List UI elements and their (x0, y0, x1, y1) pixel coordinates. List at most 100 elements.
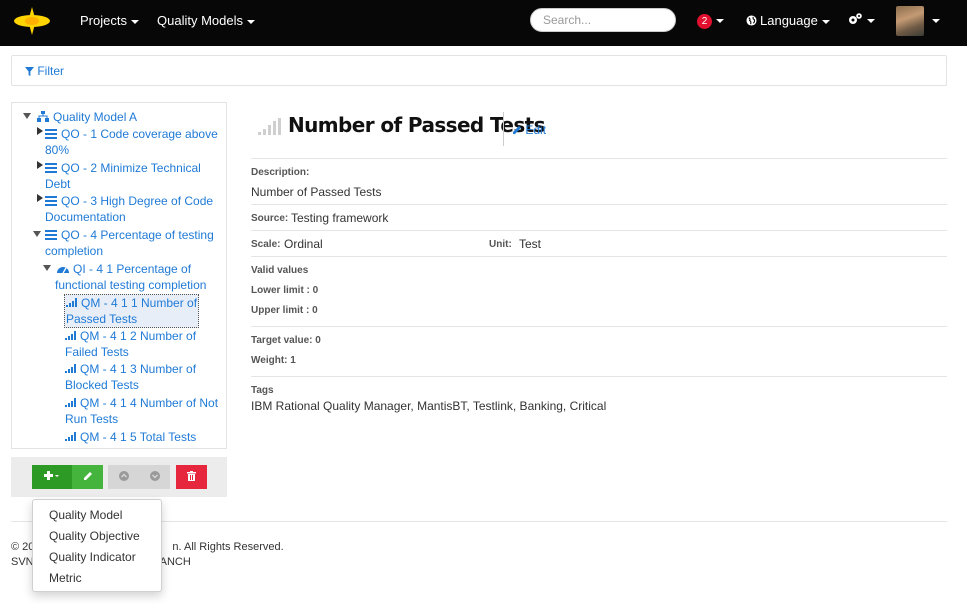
tree-node-label-cont[interactable]: 80% (45, 142, 69, 158)
tree-node-label-cont[interactable]: Debt (45, 176, 70, 192)
notification-badge: 2 (697, 14, 712, 29)
menu-item-quality-model[interactable]: Quality Model (49, 508, 122, 522)
projects-menu-label: Projects (80, 13, 127, 28)
tags-value: IBM Rational Quality Manager, MantisBT, … (251, 399, 607, 413)
weight-value: Weight: 1 (251, 355, 296, 366)
add-button[interactable] (32, 465, 72, 489)
divider (251, 256, 947, 257)
list-icon (45, 163, 57, 173)
expand-toggle[interactable] (37, 161, 43, 169)
move-up-button[interactable] (108, 465, 139, 489)
tree-node-qm-4-1-5[interactable]: QM - 4 1 5 Total Tests (65, 429, 196, 445)
add-dropdown-menu: Quality Model Quality Objective Quality … (32, 499, 162, 592)
signal-bars-icon (65, 398, 76, 407)
list-icon (45, 230, 57, 240)
tree-node-label-cont[interactable]: functional testing completion (55, 277, 206, 293)
tree-node-qo-3[interactable]: QO - 3 High Degree of Code (45, 193, 213, 209)
divider (251, 158, 947, 159)
notifications-menu[interactable]: 2 (697, 12, 724, 29)
source-value: Testing framework (291, 211, 389, 225)
scale-value: Ordinal (284, 237, 323, 251)
globe-icon (746, 15, 757, 26)
tree-node-quality-model-a[interactable]: Quality Model A (37, 109, 137, 125)
tree-node-qi-4-1[interactable]: QI - 4 1 Percentage of (57, 261, 191, 277)
title-divider (503, 112, 504, 146)
valid-values-label: Valid values (251, 265, 309, 276)
filter-toggle[interactable]: Filter (25, 64, 64, 78)
description-value: Number of Passed Tests (251, 185, 382, 199)
tree-node-label: QM - 4 1 2 Number of (80, 329, 197, 343)
tree-toolbar (11, 457, 227, 497)
tree-node-qm-4-1-3[interactable]: QM - 4 1 3 Number of Blocked Tests (65, 361, 196, 393)
footer-version-start: SVN (11, 556, 34, 568)
tree-node-label-cont: Failed Tests (65, 345, 129, 359)
tree-node-qo-2[interactable]: QO - 2 Minimize Technical (45, 160, 201, 176)
quality-models-menu[interactable]: Quality Models (157, 13, 255, 28)
upper-limit: Upper limit : 0 (251, 305, 318, 316)
projects-menu[interactable]: Projects (80, 13, 139, 28)
menu-item-quality-indicator[interactable]: Quality Indicator (49, 550, 136, 564)
tree-node-qo-4[interactable]: QO - 4 Percentage of testing (45, 227, 214, 243)
expand-toggle[interactable] (37, 127, 43, 135)
chevron-down-icon[interactable] (932, 19, 940, 23)
edit-link[interactable]: Edit (512, 123, 546, 137)
tree-node-qm-4-1-4[interactable]: QM - 4 1 4 Number of Not Run Tests (65, 395, 218, 427)
expand-toggle[interactable] (37, 194, 43, 202)
language-menu[interactable]: Language (746, 13, 830, 28)
description-label: Description: (251, 167, 310, 178)
signal-bars-icon (66, 298, 77, 307)
tree-node-label-cont: Blocked Tests (65, 378, 139, 392)
tree-node-label: QM - 4 1 5 Total Tests (80, 430, 197, 444)
quality-models-menu-label: Quality Models (157, 13, 243, 28)
chevron-down-icon (821, 19, 830, 24)
unit-label: Unit: (489, 239, 512, 250)
tree-node-label-cont: Passed Tests (66, 312, 138, 326)
tree-node-label: Quality Model A (53, 110, 138, 124)
source-label: Source: (251, 213, 289, 224)
tree-node-label-selected: QM - 4 1 1 Number of Passed Tests (64, 294, 200, 328)
trash-icon (187, 471, 196, 481)
tree-node-label: QO - 3 High Degree of Code (61, 194, 214, 208)
edit-label: Edit (525, 123, 547, 137)
edit-node-button[interactable] (72, 465, 103, 489)
dashboard-icon (57, 267, 69, 274)
move-down-button[interactable] (139, 465, 170, 489)
divider (251, 376, 947, 377)
tree-node-label: QM - 4 1 3 Number of (80, 362, 197, 376)
plus-icon (44, 471, 59, 480)
divider (251, 230, 947, 231)
divider (251, 204, 947, 205)
tree-node-label: QO - 2 Minimize Technical (61, 161, 201, 175)
tree-node-label-cont[interactable]: Documentation (45, 209, 126, 225)
chevron-down-icon (130, 19, 139, 24)
collapse-toggle[interactable] (33, 231, 41, 237)
delete-button[interactable] (176, 465, 207, 489)
filter-icon (25, 67, 34, 76)
filter-bar: Filter (11, 55, 947, 86)
app-logo[interactable] (12, 7, 52, 35)
collapse-toggle[interactable] (23, 113, 31, 119)
tree-node-qo-1[interactable]: QO - 1 Code coverage above (45, 126, 225, 142)
settings-menu[interactable] (847, 12, 875, 27)
top-navbar: Projects Quality Models 2 Language (0, 0, 967, 46)
pencil-icon (83, 472, 92, 480)
tree-node-label: QM - 4 1 1 Number of (81, 296, 198, 310)
tree-node-label: QO - 1 Code coverage above (61, 127, 218, 141)
tree-node-label: QO - 4 Percentage of testing (61, 228, 214, 242)
search-input[interactable] (530, 8, 676, 32)
chevron-down-icon (716, 18, 724, 23)
user-avatar[interactable] (896, 6, 924, 36)
tree-node-qm-4-1-2[interactable]: QM - 4 1 2 Number of Failed Tests (65, 328, 196, 360)
scale-label: Scale: (251, 239, 281, 250)
menu-item-metric[interactable]: Metric (49, 571, 82, 585)
footer-copyright-start: © 20 (11, 541, 35, 553)
tree-node-label: QI - 4 1 Percentage of (73, 262, 192, 276)
footer-version-end: ANCH (159, 556, 191, 568)
tree-node-qm-4-1-1[interactable]: QM - 4 1 1 Number of Passed Tests (64, 294, 200, 328)
tree-node-label-cont[interactable]: completion (45, 243, 103, 259)
chevron-down-icon (867, 18, 875, 23)
menu-item-quality-objective[interactable]: Quality Objective (49, 529, 140, 543)
pencil-icon (513, 126, 521, 134)
page-title: Number of Passed Tests (288, 113, 546, 137)
collapse-toggle[interactable] (43, 265, 51, 271)
